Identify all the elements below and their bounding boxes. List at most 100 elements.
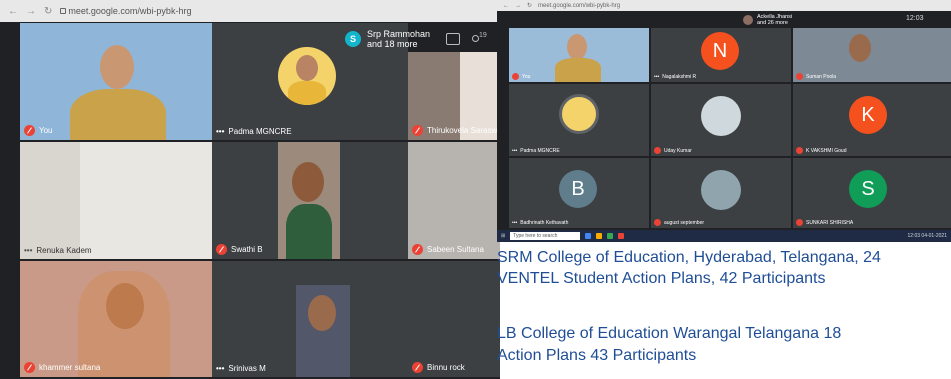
mic-off-icon: [24, 125, 35, 136]
participant-tile-k-vakshmi[interactable]: K K VAKSHMI Goud: [793, 84, 951, 156]
profile-photo: [701, 96, 741, 136]
caption-line-4: Action Plans 43 Participants: [497, 347, 697, 364]
meeting-clock: 12:03: [906, 15, 924, 22]
tile-label: You: [512, 73, 530, 80]
participant-tile-sabeen[interactable]: Sabeen Sultana: [408, 142, 500, 259]
tile-label: ••• Padma MGNCRE: [512, 148, 560, 154]
initial-avatar: S: [849, 170, 887, 208]
url-text[interactable]: meet.google.com/wbi-pybk-hrg: [60, 6, 191, 16]
caption-line-2: VENTEL Student Action Plans, 42 Particip…: [497, 270, 826, 287]
participant-tile-nagalakshmi[interactable]: N ••• Nagalakshmi R: [651, 28, 791, 82]
lock-icon: [60, 8, 67, 14]
tile-label: Thirukovela Saraswathi: [412, 125, 500, 136]
reload-icon[interactable]: ↻: [527, 2, 532, 9]
tile-label: K VAKSHMI Goud: [796, 147, 846, 154]
url-label[interactable]: meet.google.com/wbi-pybk-hrg: [538, 3, 620, 9]
tile-label: ••• Srinivas M: [216, 364, 266, 373]
back-arrow-icon[interactable]: ←: [8, 6, 18, 17]
chrome-app-icon[interactable]: [585, 233, 592, 239]
app-icon[interactable]: [618, 233, 625, 239]
meet-screenshot-right: ← → ↻ meet.google.com/wbi-pybk-hrg Ackel…: [497, 0, 951, 242]
participants-indicator[interactable]: S Srp Rammohan and 18 more 19: [344, 26, 487, 52]
participant-tile-suman[interactable]: Suman Poola: [793, 28, 951, 82]
person-figure: [70, 89, 166, 140]
participant-tile-thirukovela[interactable]: Thirukovela Saraswathi: [408, 52, 500, 140]
tile-label: khammer sultana: [24, 362, 100, 373]
store-app-icon[interactable]: [607, 233, 614, 239]
participant-tile-you[interactable]: You: [20, 23, 212, 140]
tile-label: ••• Renuka Kadem: [24, 246, 92, 255]
collage: ← → ↻ meet.google.com/wbi-pybk-hrg You •…: [0, 0, 951, 379]
forward-arrow-icon[interactable]: →: [515, 3, 521, 9]
person-face: [308, 295, 336, 331]
participant-tile-swathi[interactable]: Swathi B: [212, 142, 408, 259]
speaking-dots-icon: •••: [654, 74, 660, 80]
participant-tile-badhrinath[interactable]: B ••• Badhrinath Kethavath: [509, 158, 649, 228]
participants-text: Ackella Jhansi and 26 more: [757, 14, 793, 26]
participant-tile-srinivas[interactable]: ••• Srinivas M: [212, 261, 408, 377]
participant-tile-khammer[interactable]: khammer sultana: [20, 261, 212, 377]
tile-label: ••• Padma MGNCRE: [216, 127, 292, 136]
windows-start-icon[interactable]: ⊞: [501, 233, 505, 239]
participant-tile-binnu[interactable]: Binnu rock: [408, 261, 500, 377]
participants-text: Srp Rammohan and 18 more: [366, 29, 430, 49]
profile-photo: [278, 47, 336, 105]
tile-label: SUNKARI SHIRISHA: [796, 219, 853, 226]
participant-tile-padma[interactable]: ••• Padma MGNCRE: [509, 84, 649, 156]
speaking-dots-icon: •••: [216, 127, 225, 136]
tile-label: Suman Poola: [796, 73, 836, 80]
wall-background: [20, 142, 80, 259]
taskbar-clock: 12:03 04-01-2021: [907, 233, 947, 239]
forward-arrow-icon[interactable]: →: [26, 6, 36, 17]
back-arrow-icon[interactable]: ←: [503, 3, 509, 9]
person-face: [292, 162, 324, 202]
mic-off-icon: [412, 362, 423, 373]
tile-label: august september: [654, 219, 704, 226]
mic-off-icon: [412, 125, 423, 136]
participant-avatar: S: [344, 31, 361, 47]
taskbar-search-input[interactable]: Type here to search: [510, 232, 581, 240]
caption-line-3: LB College of Education Warangal Telanga…: [497, 325, 842, 342]
speaking-dots-icon: •••: [512, 220, 518, 226]
meet-screenshot-left: ← → ↻ meet.google.com/wbi-pybk-hrg You •…: [0, 0, 500, 379]
person-figure: [286, 204, 332, 259]
speaking-dots-icon: •••: [216, 364, 225, 373]
speaking-dots-icon: •••: [24, 246, 33, 255]
speaking-dots-icon: •••: [512, 148, 518, 154]
initial-avatar: B: [559, 170, 597, 208]
people-icon[interactable]: 19: [470, 32, 487, 45]
person-face: [567, 34, 587, 60]
tile-label: ••• Badhrinath Kethavath: [512, 220, 569, 226]
person-face: [100, 45, 134, 89]
mic-off-icon: [796, 147, 803, 154]
mic-off-icon: [796, 219, 803, 226]
participant-tile-august[interactable]: august september: [651, 158, 791, 228]
layout-grid-icon[interactable]: [446, 33, 460, 45]
participant-tile-renuka[interactable]: ••• Renuka Kadem: [20, 142, 212, 259]
caption-line-1: SRM College of Education, Hyderabad, Tel…: [497, 249, 881, 266]
tile-label: Sabeen Sultana: [412, 244, 484, 255]
person-figure: [555, 58, 601, 82]
mic-off-icon: [216, 244, 227, 255]
mic-off-icon: [654, 219, 661, 226]
mic-off-icon: [412, 244, 423, 255]
participant-tile-uday[interactable]: Uday Kumar: [651, 84, 791, 156]
participant-tile-sunkari[interactable]: S SUNKARI SHIRISHA: [793, 158, 951, 228]
person-face: [849, 34, 871, 62]
windows-taskbar: ⊞ Type here to search 12:03 04-01-2021: [497, 230, 951, 242]
participant-avatar: [743, 15, 753, 25]
tile-label: Swathi B: [216, 244, 263, 255]
browser-address-bar[interactable]: ← → ↻ meet.google.com/wbi-pybk-hrg: [497, 0, 951, 11]
browser-address-bar[interactable]: ← → ↻ meet.google.com/wbi-pybk-hrg: [0, 0, 500, 22]
reload-icon[interactable]: ↻: [44, 6, 52, 17]
initial-avatar: K: [849, 96, 887, 134]
initial-avatar: N: [701, 32, 739, 70]
participant-tile-you[interactable]: You: [509, 28, 649, 82]
url-label: meet.google.com/wbi-pybk-hrg: [68, 6, 192, 16]
tile-label: You: [24, 125, 53, 136]
mic-off-icon: [654, 147, 661, 154]
folder-app-icon[interactable]: [596, 233, 603, 239]
participants-indicator[interactable]: Ackella Jhansi and 26 more: [743, 12, 792, 28]
mic-off-icon: [24, 362, 35, 373]
profile-photo: [701, 170, 741, 210]
